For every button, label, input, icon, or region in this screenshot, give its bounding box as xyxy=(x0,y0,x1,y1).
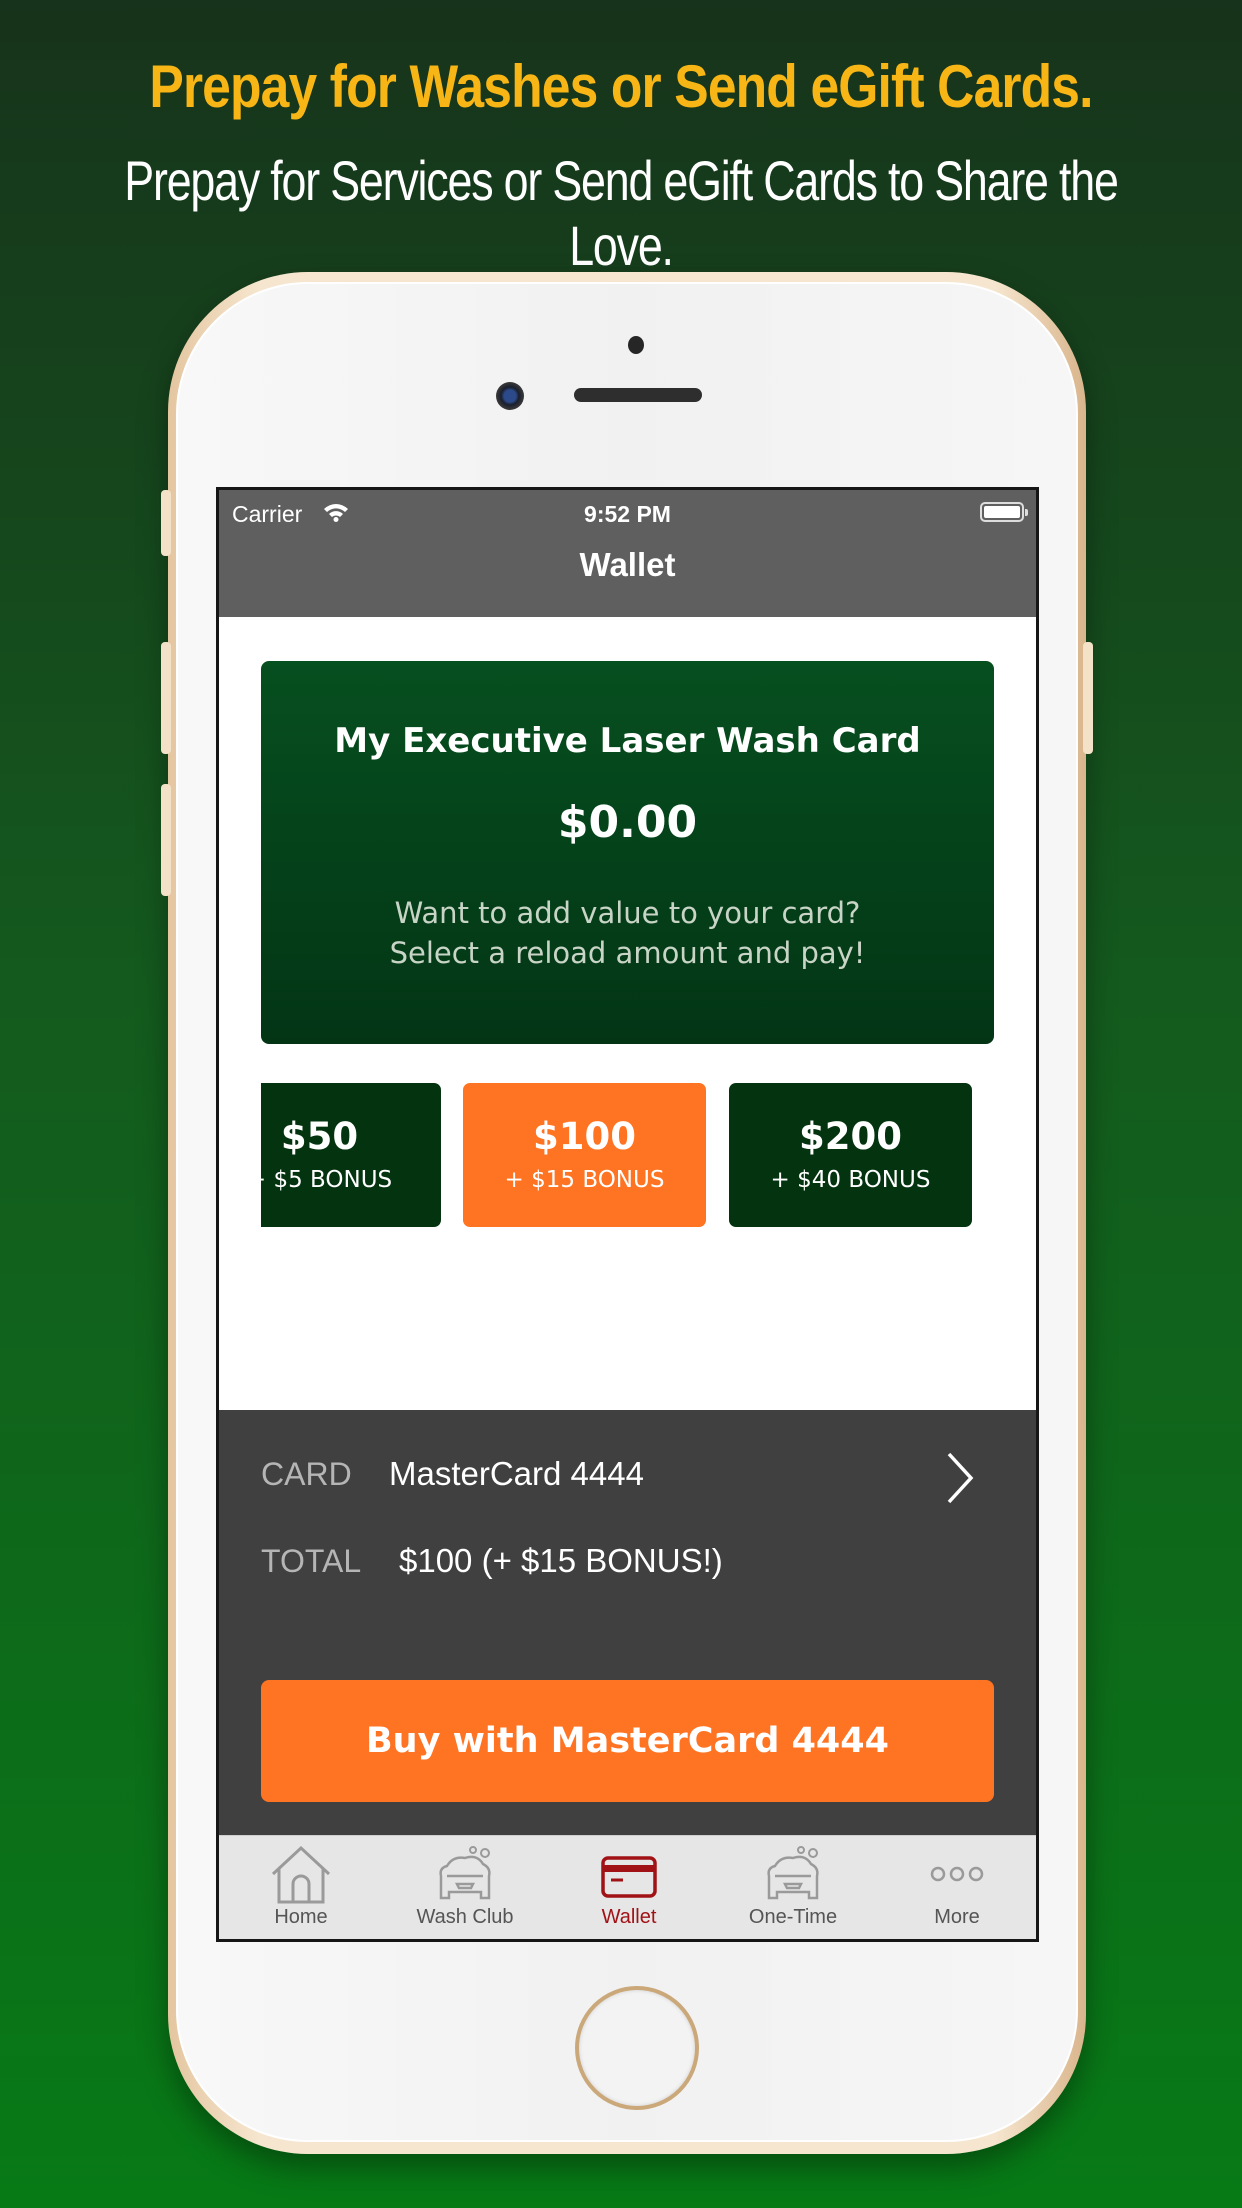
car-wash-icon xyxy=(439,1846,491,1900)
total-value: $100 (+ $15 BONUS!) xyxy=(399,1542,723,1579)
tab-one-time[interactable]: One-Time xyxy=(711,1836,875,1939)
car-wash-icon xyxy=(767,1846,819,1900)
home-button xyxy=(575,1986,699,2110)
reload-bonus: + $5 BONUS xyxy=(261,1167,393,1193)
reload-option-50[interactable]: $50 + $5 BONUS xyxy=(261,1083,441,1227)
reload-bonus: + $15 BONUS xyxy=(504,1167,665,1193)
card-value: MasterCard 4444 xyxy=(389,1455,644,1492)
power-button xyxy=(1083,642,1093,754)
tab-label: Wash Club xyxy=(416,1906,514,1928)
tab-wash-club[interactable]: Wash Club xyxy=(383,1836,547,1939)
volume-down-button xyxy=(161,784,171,896)
reload-bonus: + $40 BONUS xyxy=(770,1167,931,1193)
help-line-2: Select a reload amount and pay! xyxy=(389,936,866,970)
promo-headline: Prepay for Washes or Send eGift Cards. xyxy=(149,53,1093,120)
mute-switch xyxy=(161,490,171,556)
nav-bar: Wallet xyxy=(219,532,1036,617)
earpiece-speaker xyxy=(574,388,702,402)
promo-subline: Prepay for Services or Send eGift Cards … xyxy=(124,149,1119,277)
volume-up-button xyxy=(161,642,171,754)
tab-more[interactable]: More xyxy=(875,1836,1036,1939)
total-label: TOTAL xyxy=(261,1543,362,1579)
card-label: CARD xyxy=(261,1456,352,1492)
card-balance: $0.00 xyxy=(557,797,698,848)
app-screen: Carrier 9:52 PM Wallet My Executive Lase… xyxy=(216,487,1039,1942)
battery-icon xyxy=(980,502,1028,522)
reload-amount: $100 xyxy=(533,1115,636,1158)
tab-bar: Home Wash Club Wallet One-Time More xyxy=(219,1835,1036,1939)
card-help-text: Want to add value to your card? Select a… xyxy=(261,893,994,973)
help-line-1: Want to add value to your card? xyxy=(394,896,861,930)
credit-card-icon xyxy=(601,1856,657,1898)
reload-amount: $200 xyxy=(799,1115,902,1158)
home-icon xyxy=(271,1845,331,1904)
buy-button[interactable]: Buy with MasterCard 4444 xyxy=(261,1680,994,1802)
checkout-panel: CARD MasterCard 4444 TOTAL $100 (+ $15 B… xyxy=(219,1410,1036,1835)
reload-option-200[interactable]: $200 + $40 BONUS xyxy=(729,1083,972,1227)
reload-amount: $50 xyxy=(280,1115,359,1158)
tab-label: More xyxy=(934,1906,980,1928)
tab-label: Wallet xyxy=(601,1906,657,1928)
tab-label: Home xyxy=(274,1906,328,1928)
front-camera-icon xyxy=(496,382,524,410)
tab-wallet[interactable]: Wallet xyxy=(547,1836,711,1939)
card-title: My Executive Laser Wash Card xyxy=(334,721,921,761)
more-dots-icon xyxy=(930,1866,984,1882)
chevron-right-icon[interactable] xyxy=(943,1450,977,1506)
reload-option-100[interactable]: $100 + $15 BONUS xyxy=(463,1083,706,1227)
wash-card-balance: My Executive Laser Wash Card $0.00 Want … xyxy=(261,661,994,1044)
tab-home[interactable]: Home xyxy=(219,1836,383,1939)
status-bar: Carrier 9:52 PM xyxy=(219,490,1036,532)
tab-label: One-Time xyxy=(748,1906,838,1928)
proximity-sensor xyxy=(628,336,644,354)
clock: 9:52 PM xyxy=(584,501,671,527)
reload-amount-carousel[interactable]: $50 + $5 BONUS $100 + $15 BONUS $200 + $… xyxy=(261,1083,994,1229)
page-title: Wallet xyxy=(579,546,676,583)
